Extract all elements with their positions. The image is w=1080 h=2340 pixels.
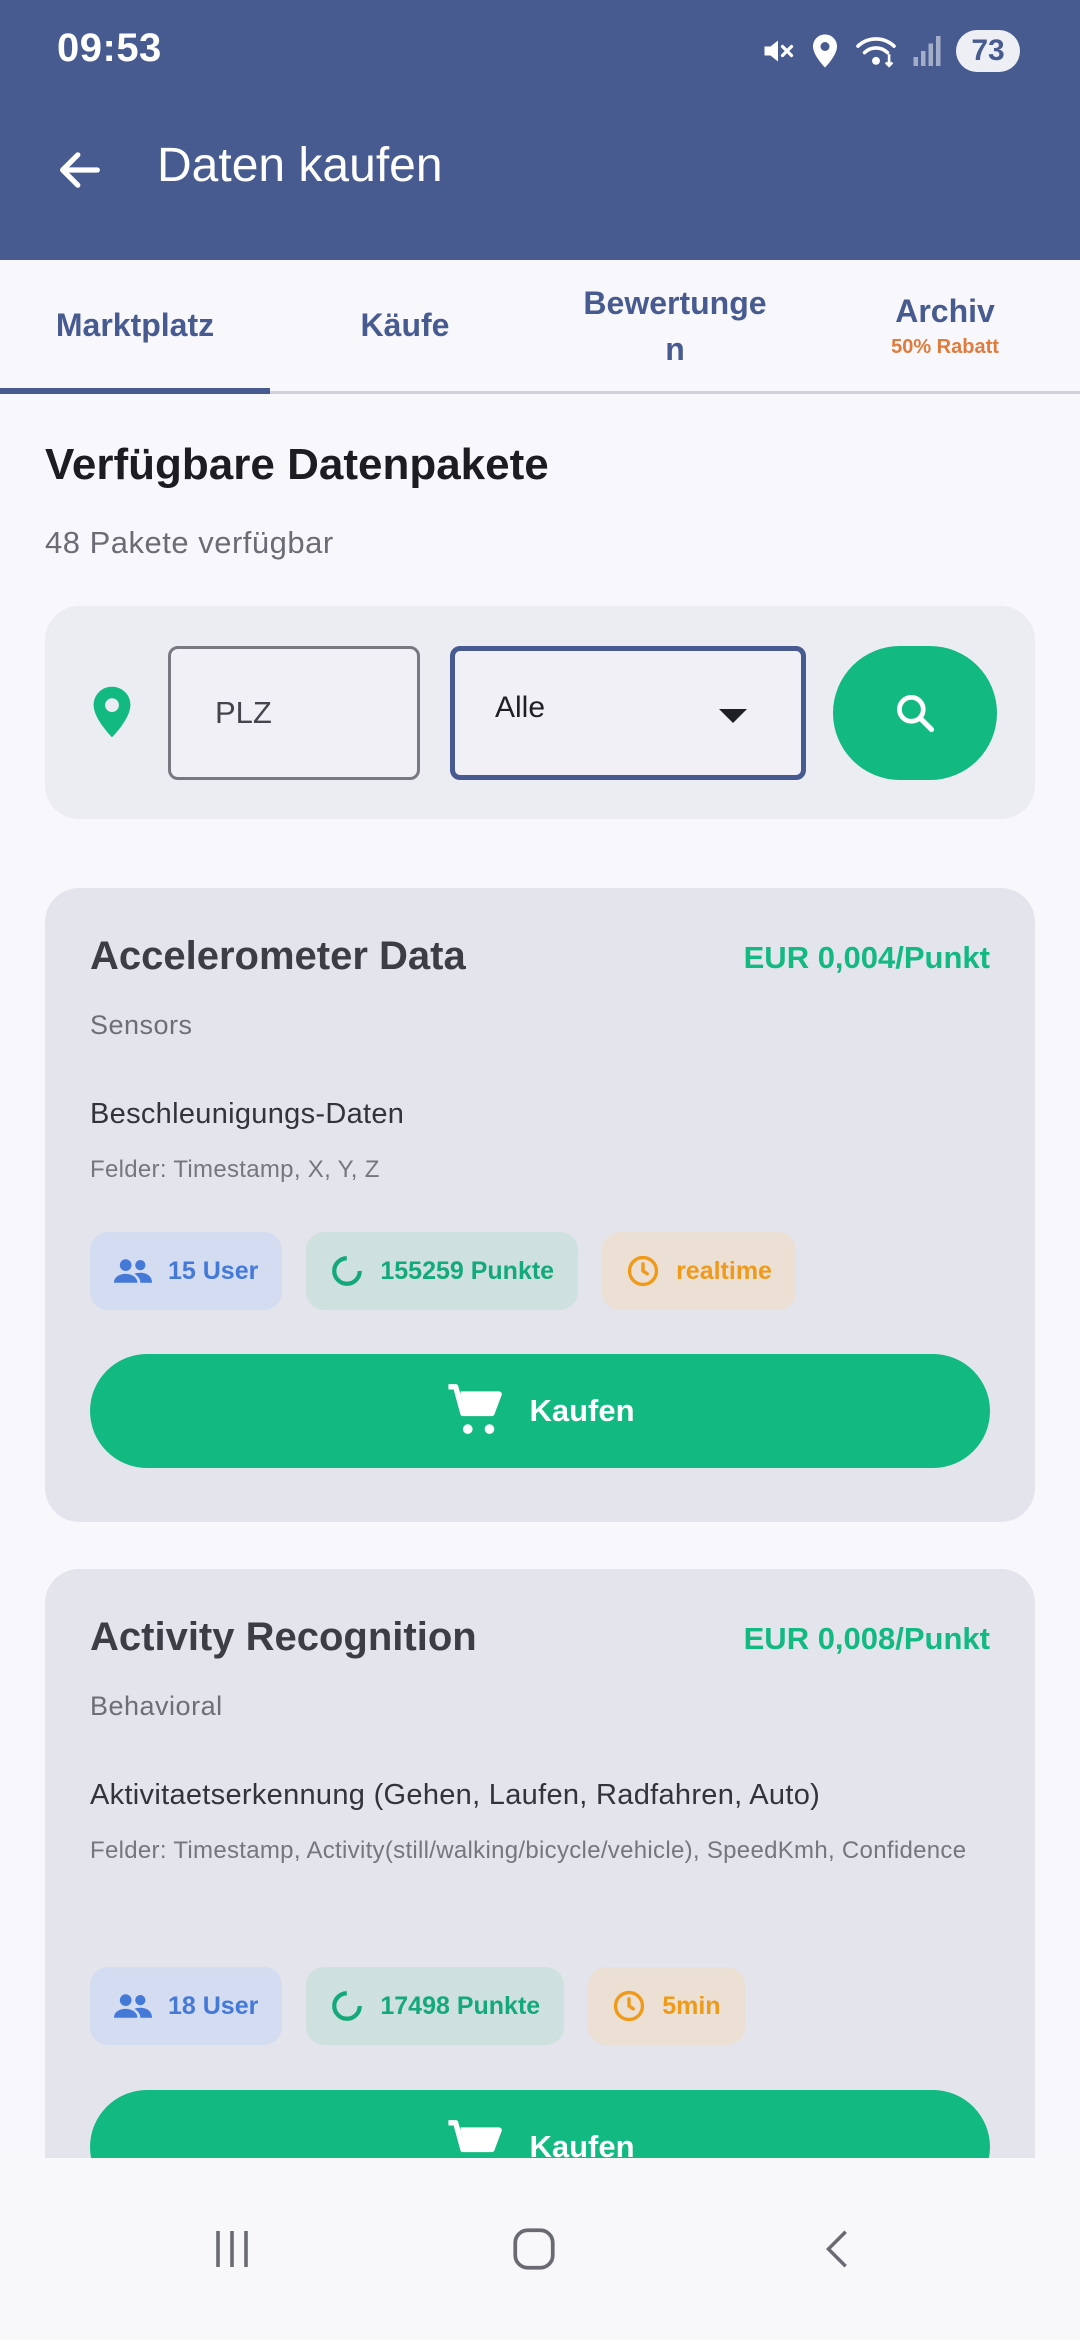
package-name: Accelerometer Data (90, 934, 466, 978)
frequency-chip: realtime (602, 1232, 796, 1310)
page-title: Daten kaufen (157, 139, 443, 192)
users-count: 18 User (168, 1991, 259, 2020)
plz-placeholder: PLZ (215, 695, 272, 730)
buy-button[interactable]: Kaufen (90, 1354, 990, 1468)
signal-icon (912, 34, 942, 68)
battery-icon: 73 (956, 30, 1020, 72)
buy-label: Kaufen (529, 1393, 635, 1428)
tab-archiv[interactable]: Archiv 50% Rabatt (810, 260, 1080, 391)
points-chip: 17498 Punkte (306, 1967, 565, 2045)
points-chip: 155259 Punkte (306, 1232, 579, 1310)
search-icon (897, 695, 935, 733)
tab-label: Bewertungen (583, 284, 767, 367)
app-bar: 09:53 73 Daten kaufen (0, 0, 1080, 260)
package-card: Accelerometer Data EUR 0,004/Punkt Senso… (45, 888, 1035, 1522)
buy-button[interactable]: Kaufen (90, 2090, 990, 2158)
users-count: 15 User (168, 1256, 259, 1285)
back-icon (825, 2230, 847, 2268)
arrow-back-icon (60, 152, 100, 188)
frequency-chip: 5min (588, 1967, 745, 2045)
package-card: Activity Recognition EUR 0,008/Punkt Beh… (45, 1569, 1035, 2158)
cart-icon (448, 1384, 503, 1434)
back-nav-button[interactable] (738, 2158, 938, 2340)
tab-bewertungen[interactable]: Bewertungen (540, 260, 810, 391)
region-select[interactable]: Alle Regionen (450, 646, 806, 780)
package-fields: Felder: Timestamp, X, Y, Z (90, 1156, 380, 1183)
progress-icon (332, 1991, 363, 2021)
progress-icon (332, 1256, 363, 1286)
plz-input[interactable]: PLZ (168, 646, 420, 780)
package-description: Aktivitaetserkennung (Gehen, Laufen, Rad… (90, 1779, 821, 1811)
buy-label: Kaufen (529, 2129, 635, 2158)
location-icon (810, 33, 840, 69)
tab-marktplatz[interactable]: Marktplatz (0, 260, 270, 394)
package-category: Sensors (90, 1010, 193, 1040)
package-price: EUR 0,004/Punkt (743, 940, 990, 975)
wifi-icon (854, 33, 898, 69)
package-stats: 15 User 155259 Punkte realtime (90, 1232, 796, 1310)
package-name: Activity Recognition (90, 1615, 477, 1659)
package-stats: 18 User 17498 Punkte 5min (90, 1967, 745, 2045)
tab-label: Marktplatz (55, 307, 215, 343)
package-category: Behavioral (90, 1691, 223, 1721)
frequency-value: 5min (662, 1991, 721, 2020)
package-description: Beschleunigungs-Daten (90, 1098, 405, 1130)
package-count: 48 Pakete verfügbar (45, 525, 334, 560)
status-icons: 73 (760, 28, 1020, 74)
screen: 09:53 73 Daten kaufen Marktplatz Käufe B… (0, 0, 1080, 2340)
back-button[interactable] (40, 130, 120, 210)
tab-bar: Marktplatz Käufe Bewertungen Archiv 50% … (0, 260, 1080, 394)
discount-badge: 50% Rabatt (891, 335, 999, 358)
tab-label: Käufe (360, 307, 450, 343)
location-pin-icon (89, 684, 135, 745)
users-chip: 18 User (90, 1967, 283, 2045)
points-count: 17498 Punkte (380, 1991, 541, 2020)
tab-label: Archiv (895, 292, 995, 329)
status-time: 09:53 (57, 26, 162, 70)
chevron-down-icon (717, 707, 749, 730)
section-title: Verfügbare Datenpakete (45, 440, 549, 489)
package-price: EUR 0,008/Punkt (743, 1621, 990, 1656)
mute-icon (760, 33, 796, 69)
clock-icon (614, 1990, 645, 2022)
recents-icon (216, 2231, 248, 2267)
region-value: Alle Regionen (495, 691, 546, 724)
search-button[interactable] (833, 646, 997, 780)
frequency-value: realtime (676, 1256, 772, 1285)
group-icon (114, 1259, 152, 1283)
search-panel: PLZ Alle Regionen (45, 606, 1035, 819)
home-icon (513, 2228, 555, 2270)
system-nav-bar (0, 2158, 1080, 2340)
tab-kaeufe[interactable]: Käufe (270, 260, 540, 391)
group-icon (114, 1994, 152, 2018)
points-count: 155259 Punkte (380, 1256, 555, 1285)
clock-icon (627, 1255, 659, 1287)
recents-button[interactable] (132, 2158, 332, 2340)
home-button[interactable] (434, 2158, 634, 2340)
cart-icon (448, 2120, 503, 2153)
users-chip: 15 User (90, 1232, 283, 1310)
package-fields: Felder: Timestamp, Activity(still/walkin… (90, 1837, 967, 1864)
